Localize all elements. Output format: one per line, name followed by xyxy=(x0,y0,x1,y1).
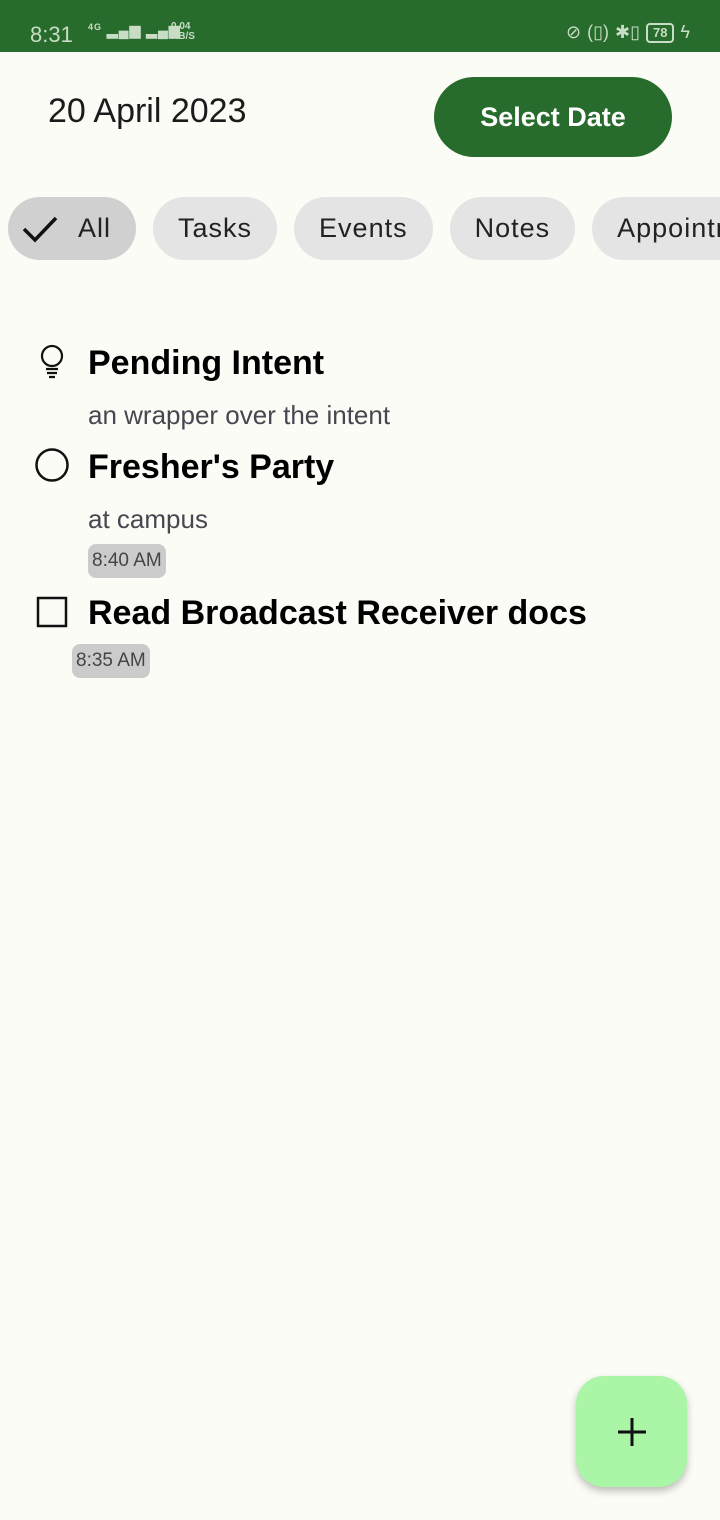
chip-tasks[interactable]: Tasks xyxy=(153,197,278,260)
add-button[interactable] xyxy=(576,1376,687,1487)
charging-icon: ϟ xyxy=(680,22,690,42)
list-item[interactable]: Fresher's Party at campus 8:40 AM xyxy=(0,444,720,580)
vibrate-icon: (▯) xyxy=(587,22,609,42)
signal-icon: 4G ▂▄▆ ▂▄▆ xyxy=(88,22,181,38)
time-badge: 8:40 AM xyxy=(88,544,166,578)
circle-icon xyxy=(35,448,69,482)
list-item[interactable]: Pending Intent an wrapper over the inten… xyxy=(0,340,720,435)
selected-date: 20 April 2023 xyxy=(48,92,247,130)
chip-label: Notes xyxy=(474,213,551,243)
chip-notes[interactable]: Notes xyxy=(449,197,576,260)
chip-label: Tasks xyxy=(178,213,253,243)
time-badge: 8:35 AM xyxy=(72,644,150,678)
item-title: Fresher's Party xyxy=(88,448,335,486)
status-bar: 8:31 4G ▂▄▆ ▂▄▆ 0.04 KB/S ⊘ (▯) ✱▯ 78 ϟ xyxy=(0,0,720,52)
plus-icon xyxy=(617,1417,646,1446)
chip-label: Events xyxy=(319,213,408,243)
list-item[interactable]: Read Broadcast Receiver docs 8:35 AM xyxy=(0,592,720,682)
chip-label: All xyxy=(78,213,112,243)
status-icons: ⊘ (▯) ✱▯ 78 ϟ xyxy=(566,22,690,43)
item-subtitle: at campus xyxy=(88,504,208,534)
status-time: 8:31 xyxy=(30,22,73,47)
chip-events[interactable]: Events xyxy=(294,197,433,260)
check-icon xyxy=(22,216,58,243)
chip-all[interactable]: All xyxy=(8,197,137,260)
item-subtitle: an wrapper over the intent xyxy=(88,400,391,430)
lightbulb-icon xyxy=(40,344,64,379)
item-title: Read Broadcast Receiver docs xyxy=(88,594,587,632)
network-type: 4G xyxy=(88,22,103,32)
checkbox-icon[interactable] xyxy=(36,596,68,628)
select-date-button[interactable]: Select Date xyxy=(434,77,672,157)
item-title: Pending Intent xyxy=(88,344,325,382)
battery-icon: 78 xyxy=(646,22,675,43)
cast-off-icon: ⊘ xyxy=(566,22,582,42)
speed-unit: KB/S xyxy=(171,31,195,42)
bluetooth-icon: ✱▯ xyxy=(615,22,640,42)
chip-label: Appointments xyxy=(617,213,720,243)
filter-chips: All Tasks Events Notes Appointments xyxy=(8,197,720,260)
network-speed: 0.04 KB/S xyxy=(171,22,195,42)
chip-appointments[interactable]: Appointments xyxy=(592,197,720,260)
